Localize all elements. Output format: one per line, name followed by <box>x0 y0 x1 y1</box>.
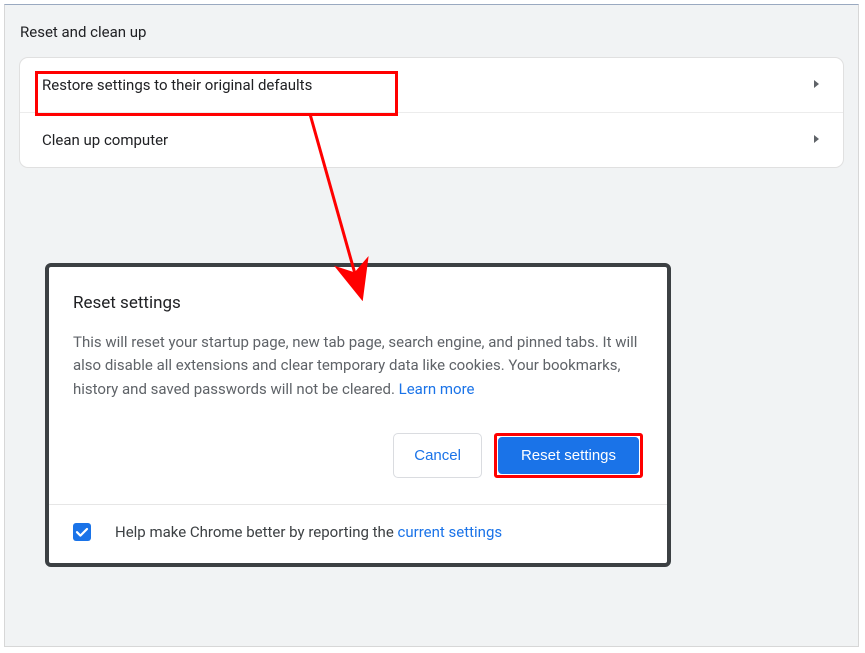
check-icon <box>75 525 89 539</box>
dialog-title: Reset settings <box>49 267 667 317</box>
section-title: Reset and clean up <box>5 5 858 57</box>
report-settings-checkbox[interactable] <box>73 523 91 541</box>
cleanup-computer-label: Clean up computer <box>42 131 168 149</box>
annotation-highlight-confirm: Reset settings <box>494 433 643 478</box>
reset-settings-button[interactable]: Reset settings <box>498 437 639 474</box>
learn-more-link[interactable]: Learn more <box>399 380 475 398</box>
cleanup-computer-row[interactable]: Clean up computer <box>20 112 843 167</box>
settings-page: Reset and clean up Restore settings to t… <box>4 4 859 647</box>
reset-card: Restore settings to their original defau… <box>19 57 844 168</box>
chevron-right-icon <box>813 133 821 148</box>
chevron-right-icon <box>813 78 821 93</box>
restore-defaults-row[interactable]: Restore settings to their original defau… <box>20 58 843 112</box>
restore-defaults-label: Restore settings to their original defau… <box>42 76 312 94</box>
dialog-footer: Help make Chrome better by reporting the… <box>49 505 667 563</box>
footer-text-prefix: Help make Chrome better by reporting the <box>115 523 398 541</box>
current-settings-link[interactable]: current settings <box>398 523 503 541</box>
reset-settings-dialog: Reset settings This will reset your star… <box>45 263 671 567</box>
dialog-actions: Cancel Reset settings <box>49 401 667 504</box>
cancel-button[interactable]: Cancel <box>393 433 482 478</box>
dialog-body: This will reset your startup page, new t… <box>49 317 667 401</box>
footer-text: Help make Chrome better by reporting the… <box>115 523 502 541</box>
dialog-body-text: This will reset your startup page, new t… <box>73 333 637 398</box>
